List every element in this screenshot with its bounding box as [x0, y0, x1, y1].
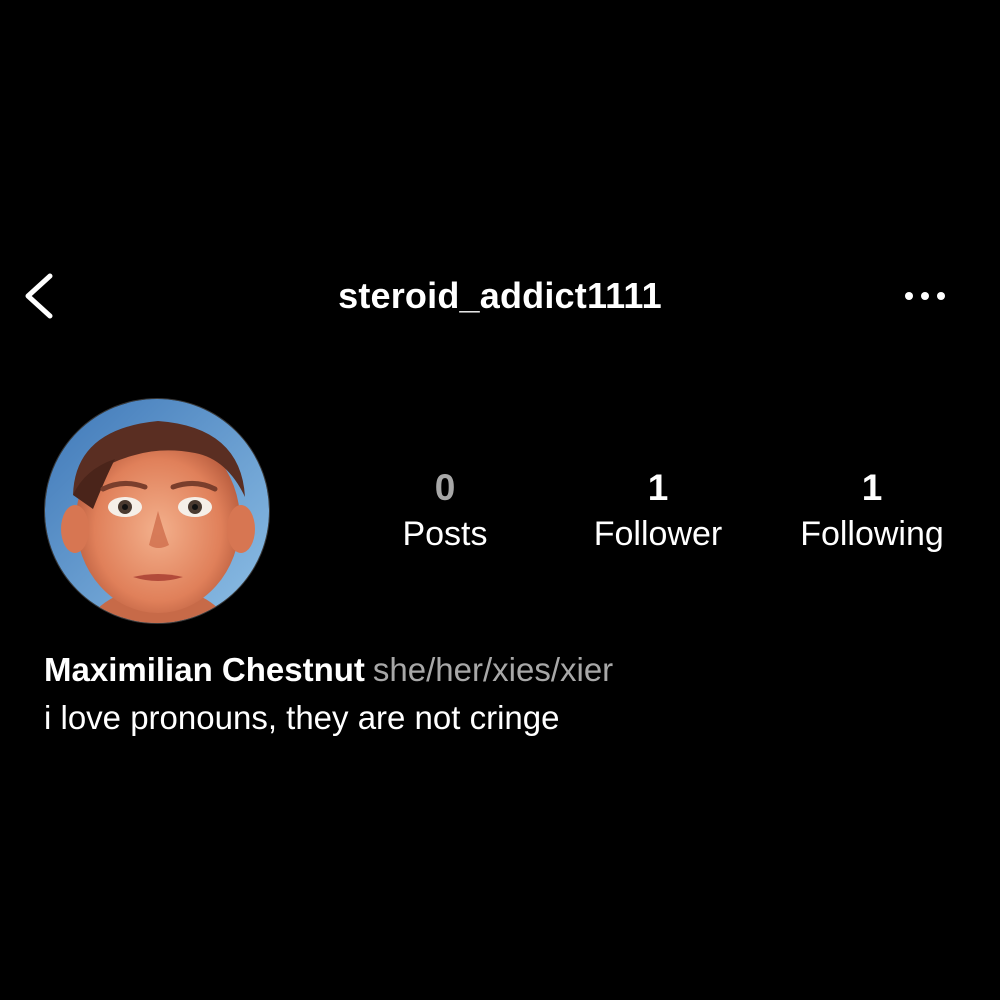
display-name: Maximilian Chestnut	[44, 651, 365, 688]
bio-text: i love pronouns, they are not cringe	[44, 699, 560, 736]
followers-count: 1	[647, 467, 669, 508]
posts-stat[interactable]: 0 Posts	[370, 464, 520, 556]
name-line: Maximilian Chestnut she/her/xies/xier	[44, 646, 964, 694]
following-label: Following	[800, 515, 944, 553]
posts-label: Posts	[402, 515, 488, 553]
chevron-left-icon	[25, 273, 53, 319]
followers-stat[interactable]: 1 Follower	[572, 464, 744, 556]
profile-avatar[interactable]	[44, 398, 270, 624]
pronouns: she/her/xies/xier	[372, 651, 614, 688]
back-button[interactable]	[14, 266, 70, 326]
more-horizontal-icon	[905, 292, 945, 300]
profile-screen: steroid_addict1111 0 Posts 1 Follower 1 …	[0, 0, 1000, 1000]
profile-photo	[45, 399, 269, 623]
posts-count: 0	[434, 467, 456, 508]
profile-bio: Maximilian Chestnut she/her/xies/xier i l…	[44, 646, 964, 742]
profile-username-title: steroid_addict1111	[338, 275, 662, 316]
more-options-button[interactable]	[896, 276, 954, 316]
profile-header: steroid_addict1111	[0, 258, 1000, 334]
following-stat[interactable]: 1 Following	[780, 464, 964, 556]
following-count: 1	[861, 467, 883, 508]
followers-label: Follower	[593, 515, 723, 553]
